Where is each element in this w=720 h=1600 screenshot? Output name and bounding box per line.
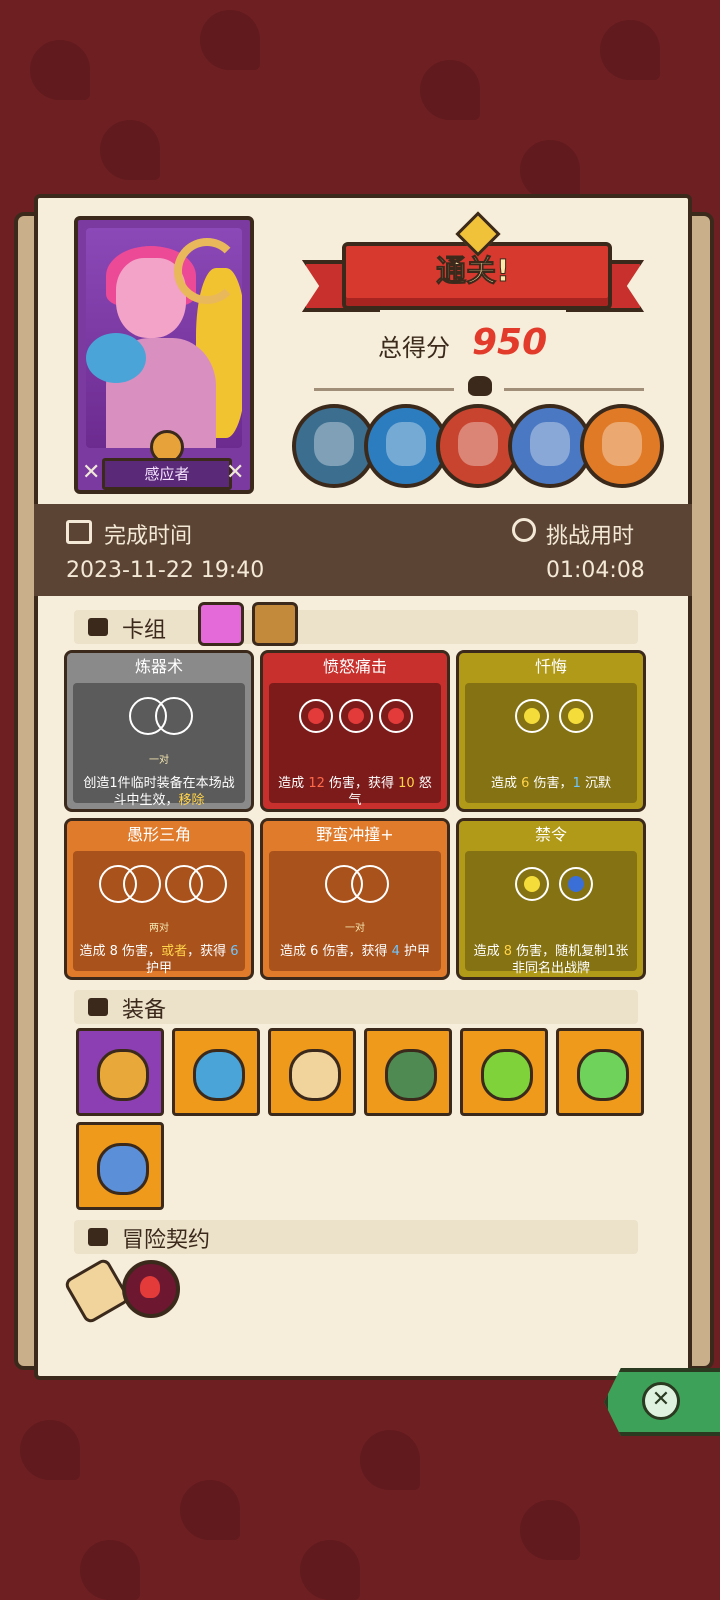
card-desc: 造成 6 伤害，1 沉默 — [491, 776, 611, 791]
divider — [314, 388, 454, 391]
complete-time-value: 2023-11-22 19:40 — [66, 558, 265, 583]
victory-title: 通关! — [436, 254, 511, 290]
card-title: 炼器术 — [67, 653, 251, 681]
run-info-strip: 完成时间 挑战用时 2023-11-22 19:40 01:04:08 — [34, 504, 692, 596]
divider — [504, 388, 644, 391]
card-alchemy[interactable]: 炼器术 一对 创造1件临时装备在本场战斗中生效，移除 — [64, 650, 254, 812]
card-combo: 一对 — [345, 923, 365, 934]
calendar-icon — [66, 520, 92, 544]
deck-label: 卡组 — [122, 618, 167, 643]
card-fool-triangle[interactable]: 愚形三角 两对 造成 8 伤害，或者，获得 6 护甲 — [64, 818, 254, 980]
equipment-section-header: 装备 — [74, 990, 638, 1024]
deck-section-header: 卡组 — [74, 602, 638, 646]
equipment-label: 装备 — [122, 998, 167, 1023]
challenge-time-value: 01:04:08 — [546, 558, 645, 583]
card-combo: 一对 — [149, 755, 169, 766]
card-desc: 造成 6 伤害，获得 4 护甲 — [279, 944, 431, 959]
deck-tab-icon[interactable] — [252, 602, 298, 646]
card-combo: 两对 — [149, 923, 169, 934]
card-repent[interactable]: 忏悔 造成 6 伤害，1 沉默 — [456, 650, 646, 812]
turtle-shell-icon[interactable] — [364, 1028, 452, 1116]
bag-icon[interactable] — [268, 1028, 356, 1116]
bone-icon: ✕ — [226, 460, 245, 485]
card-title: 野蛮冲撞+ — [263, 821, 447, 849]
card-ban[interactable]: 禁令 造成 8 伤害，随机复制1张非同名出战牌 — [456, 818, 646, 980]
feather-icon[interactable] — [556, 1028, 644, 1116]
contract-label: 冒险契约 — [122, 1228, 211, 1253]
challenge-time-label: 挑战用时 — [546, 524, 635, 549]
hero-card[interactable]: 感应者 ✕ ✕ — [74, 216, 254, 494]
card-rage-strike[interactable]: 愤怒痛击 造成 12 伤害，获得 10 怒气 — [260, 650, 450, 812]
card-title: 愚形三角 — [67, 821, 251, 849]
card-desc: 造成 8 伤害，或者，获得 6 护甲 — [79, 944, 239, 976]
ring-icon[interactable] — [76, 1028, 164, 1116]
cards-icon — [88, 618, 108, 636]
hero-portrait — [86, 228, 242, 448]
potion-icon[interactable] — [460, 1028, 548, 1116]
scroll-icon[interactable] — [62, 1256, 132, 1326]
score-label: 总得分 — [378, 334, 450, 362]
card-title: 禁令 — [459, 821, 643, 849]
skull-icon — [468, 376, 492, 396]
close-icon: ✕ — [642, 1382, 680, 1420]
card-desc: 造成 8 伤害，随机复制1张非同名出战牌 — [473, 944, 629, 976]
card-savage-charge[interactable]: 野蛮冲撞+ 一对 造成 6 伤害，获得 4 护甲 — [260, 818, 450, 980]
complete-time-label: 完成时间 — [104, 524, 193, 549]
card-desc: 创造1件临时装备在本场战斗中生效，移除 — [83, 776, 235, 808]
contract-section-header: 冒险契约 — [74, 1220, 638, 1254]
card-desc: 造成 12 伤害，获得 10 怒气 — [278, 776, 432, 808]
victory-banner: 通关! — [302, 211, 644, 312]
bone-icon: ✕ — [82, 460, 101, 485]
close-button[interactable]: ✕ — [604, 1368, 720, 1436]
card-title: 愤怒痛击 — [263, 653, 447, 681]
card-title: 忏悔 — [459, 653, 643, 681]
hero-name: 感应者 — [102, 458, 232, 490]
result-panel: 感应者 ✕ ✕ 通关! 总得分 950 完成时间 挑战用时 2023-11-22… — [34, 194, 692, 1380]
score-value: 950 — [472, 322, 548, 363]
shield-icon[interactable] — [172, 1028, 260, 1116]
box-icon — [88, 998, 108, 1016]
deck-tab-active-icon[interactable] — [198, 602, 244, 646]
stopwatch-icon — [512, 518, 536, 542]
demon-seal-icon[interactable] — [122, 1260, 180, 1318]
axe-icon[interactable] — [76, 1122, 164, 1210]
boss-portrait-gem-golem[interactable] — [580, 404, 664, 488]
person-icon — [88, 1228, 108, 1246]
